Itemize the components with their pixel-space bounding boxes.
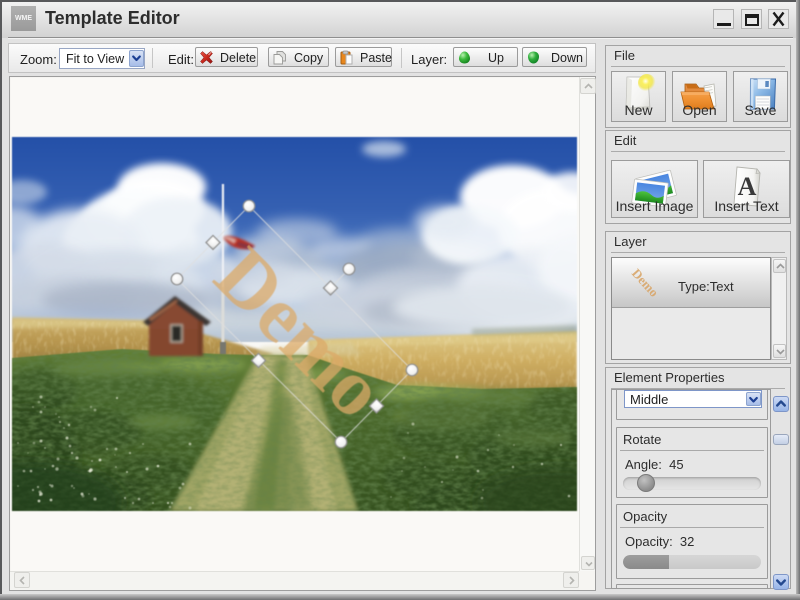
svg-text:Demo: Demo	[629, 266, 662, 300]
svg-text:A: A	[738, 172, 757, 201]
